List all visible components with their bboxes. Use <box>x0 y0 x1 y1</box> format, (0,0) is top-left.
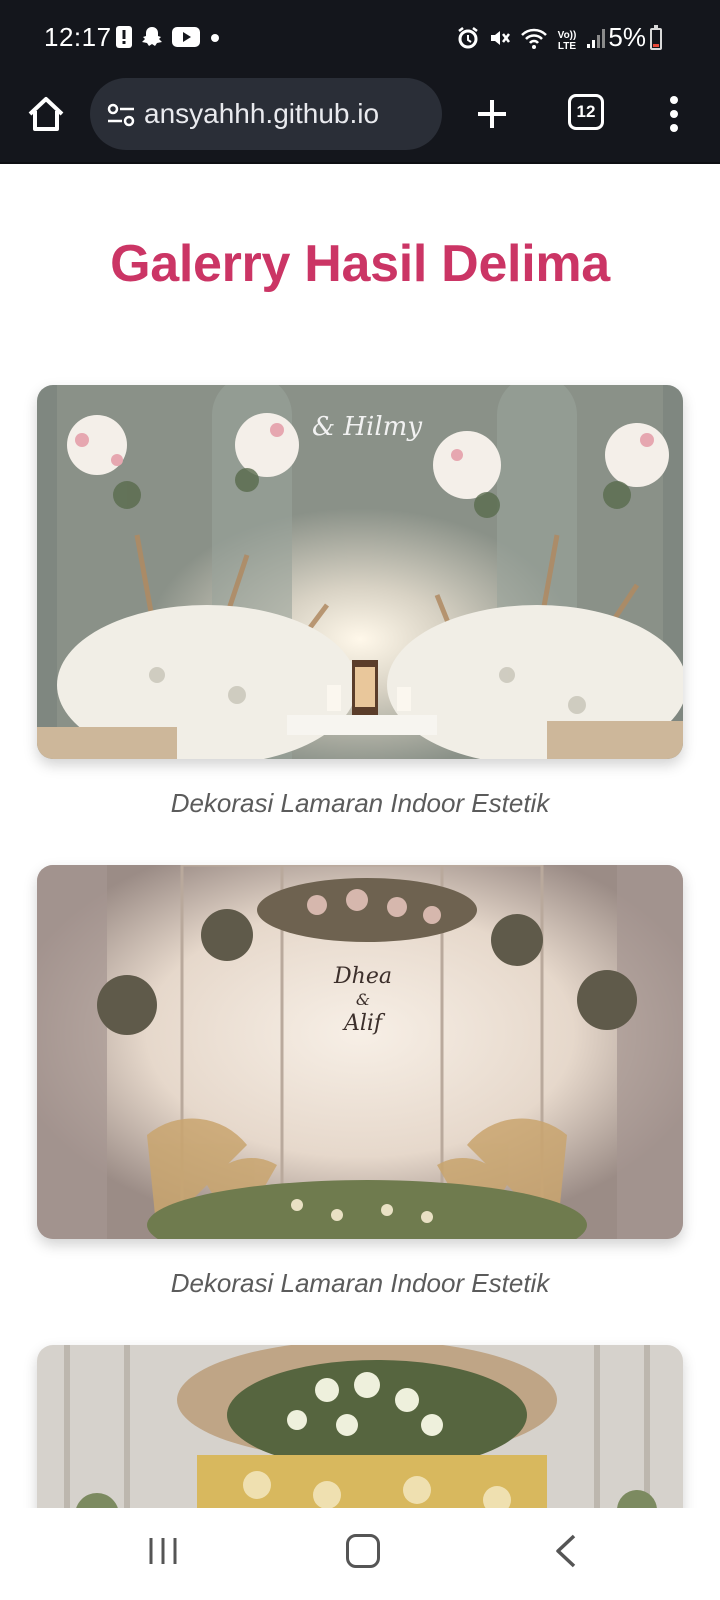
site-settings-icon[interactable] <box>106 102 136 128</box>
photo-text-2a: Dhea <box>333 964 392 989</box>
volte-icon: Vo)) LTE <box>556 30 578 52</box>
address-bar[interactable]: ansyahhh.github.io <box>90 78 442 150</box>
url-text[interactable]: ansyahhh.github.io <box>144 98 434 130</box>
battery-icon <box>650 25 662 50</box>
gallery-caption-2: Dekorasi Lamaran Indoor Estetik <box>170 1268 550 1298</box>
status-bar: 12:17 Vo)) LTE 5% <box>0 0 720 78</box>
more-vert-icon[interactable] <box>664 92 684 136</box>
new-tab-button[interactable] <box>470 92 514 136</box>
signal-icon <box>586 26 608 55</box>
wifi-icon <box>520 26 548 55</box>
system-nav-bar <box>0 1508 720 1600</box>
gallery-image-2[interactable]: Dhea & Alif <box>37 865 683 1239</box>
tab-count: 12 <box>576 102 596 121</box>
gallery-image-1[interactable]: & Hilmy <box>37 385 683 759</box>
gallery-caption-1: Dekorasi Lamaran Indoor Estetik <box>170 788 550 818</box>
web-page: Galerry Hasil Delima & Hilmy Dekorasi La… <box>0 164 720 1508</box>
status-time: 12:17 <box>44 22 112 52</box>
dot-icon <box>210 26 220 53</box>
recent-apps-icon[interactable] <box>146 1534 180 1568</box>
snapchat-icon <box>142 26 162 53</box>
home-icon <box>28 97 64 131</box>
alert-icon <box>116 26 132 53</box>
browser-toolbar: ansyahhh.github.io 12 <box>0 78 720 164</box>
home-button[interactable] <box>24 92 68 136</box>
network-label: Vo)) LTE <box>557 29 577 52</box>
back-icon[interactable] <box>552 1534 580 1568</box>
photo-text-2b: & <box>356 990 370 1009</box>
photo-text-2c: Alif <box>342 1011 386 1036</box>
alarm-icon <box>456 26 480 55</box>
gallery-image-3[interactable] <box>37 1345 683 1508</box>
photo-text-1: & Hilmy <box>312 412 422 442</box>
mute-icon <box>488 26 512 55</box>
page-title: Galerry Hasil Delima <box>110 235 610 293</box>
plus-icon <box>478 100 506 128</box>
battery-percent: 5% <box>608 22 646 52</box>
youtube-icon <box>172 26 200 53</box>
home-nav-icon[interactable] <box>346 1534 380 1568</box>
tabs-icon[interactable]: 12 <box>568 94 604 130</box>
